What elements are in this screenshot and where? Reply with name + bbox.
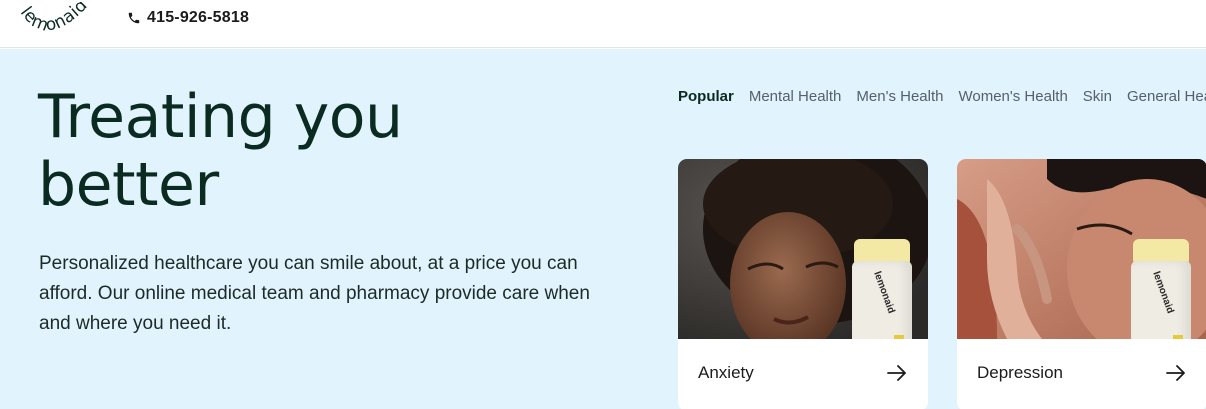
lemonaid-logo[interactable]: lemonaid <box>16 2 98 46</box>
phone-number: 415-926-5818 <box>147 9 250 26</box>
card-label-depression: Depression <box>977 363 1063 382</box>
headline-line-2: better <box>38 150 219 220</box>
hero-subtext: Personalized healthcare you can smile ab… <box>39 253 590 334</box>
logo-text: lemonaid <box>16 2 91 36</box>
card-anxiety[interactable]: lemonaid Anxiety <box>678 159 928 409</box>
svg-text:lemonaid: lemonaid <box>16 2 92 36</box>
phone-icon <box>128 12 140 24</box>
arrow-right-icon[interactable] <box>1165 364 1187 382</box>
hero-headline: Treating you better <box>38 83 558 219</box>
category-tabs: Popular Mental Health Men's Health Women… <box>678 88 1206 105</box>
tab-mental-health[interactable]: Mental Health <box>749 88 842 105</box>
tab-mens-health[interactable]: Men's Health <box>856 88 943 105</box>
pill-bottle: lemonaid <box>852 239 912 339</box>
phone-link[interactable]: 415-926-5818 <box>127 9 249 27</box>
arrow-right-icon[interactable] <box>886 364 908 382</box>
hero-section: Treating you better Personalized healthc… <box>0 49 1206 409</box>
tab-womens-health[interactable]: Women's Health <box>958 88 1067 105</box>
depression-photo: lemonaid <box>957 159 1206 339</box>
tab-general-health[interactable]: General Health <box>1127 88 1206 105</box>
pill-bottle: lemonaid <box>1131 239 1191 339</box>
top-bar: lemonaid 415-926-5818 <box>0 0 1206 48</box>
tab-popular[interactable]: Popular <box>678 88 734 105</box>
card-label-anxiety: Anxiety <box>698 363 754 382</box>
anxiety-photo: lemonaid <box>678 159 928 339</box>
tab-skin[interactable]: Skin <box>1083 88 1112 105</box>
headline-line-1: Treating you <box>38 82 403 152</box>
card-depression[interactable]: lemonaid Depression <box>957 159 1206 409</box>
